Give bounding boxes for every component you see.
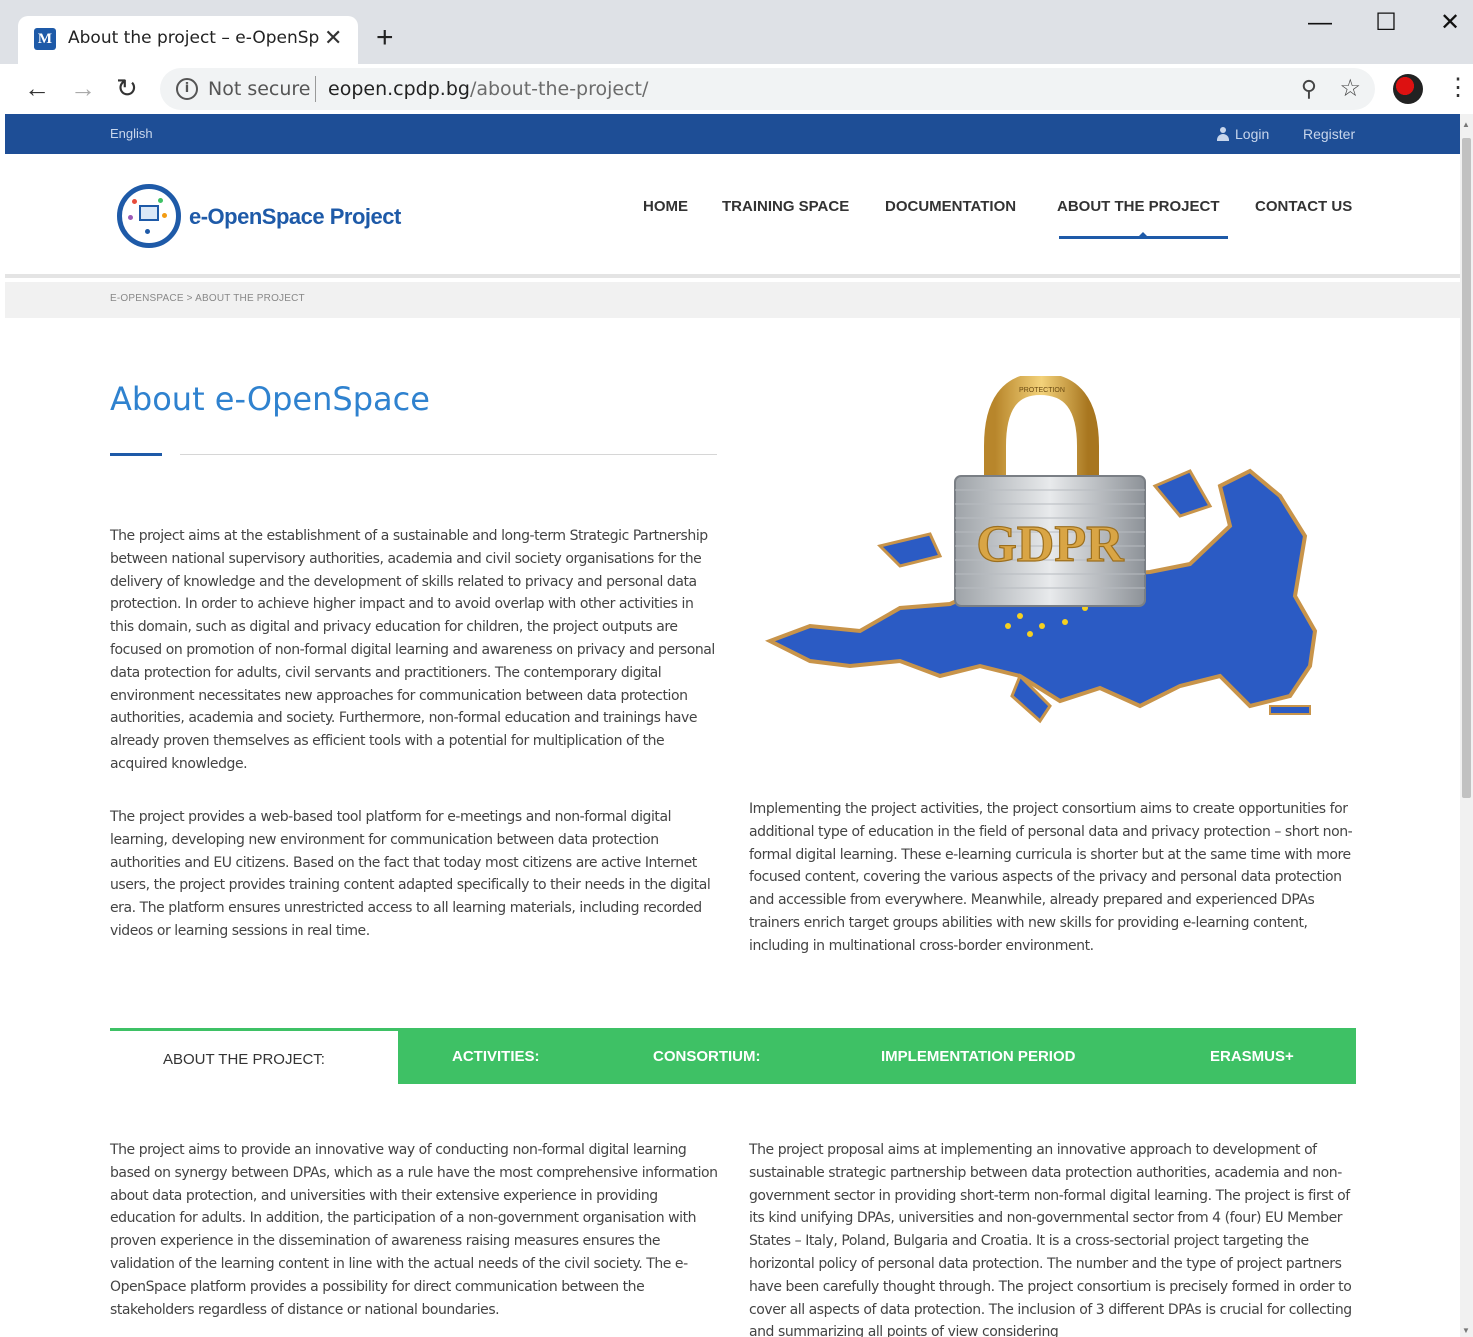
login-link[interactable]: Login xyxy=(1217,126,1269,142)
url-path: /about-the-project/ xyxy=(469,78,649,100)
browser-menu-icon[interactable]: ⋮ xyxy=(1446,72,1470,104)
browser-tab[interactable]: M About the project – e-OpenSpace ✕ xyxy=(18,16,358,64)
tab-implementation-period[interactable]: IMPLEMENTATION PERIOD xyxy=(881,1048,1075,1065)
tab-consortium[interactable]: CONSORTIUM: xyxy=(653,1048,761,1065)
minimize-button[interactable]: — xyxy=(1300,8,1340,38)
tab-content-right: The project proposal aims at implementin… xyxy=(749,1142,1352,1337)
new-tab-button[interactable]: + xyxy=(376,22,394,54)
back-arrow-icon[interactable]: ← xyxy=(24,72,50,104)
browser-toolbar: ← → ↻ i Not secure eopen.cpdp.bg/about-t… xyxy=(0,64,1473,114)
tab-content-left: The project aims to provide an innovativ… xyxy=(110,1142,718,1318)
nav-documentation[interactable]: DOCUMENTATION xyxy=(885,198,1016,215)
project-tabs: ABOUT THE PROJECT: ACTIVITIES: CONSORTIU… xyxy=(110,1028,1356,1084)
maximize-button[interactable]: ☐ xyxy=(1366,8,1406,38)
gdpr-label: GDPR xyxy=(976,516,1125,573)
active-nav-indicator xyxy=(1059,236,1228,239)
logo-dot xyxy=(128,215,133,220)
window-close-button[interactable]: ✕ xyxy=(1430,8,1470,38)
intro-paragraph: The project aims at the establishment of… xyxy=(110,528,715,772)
logo-dot xyxy=(145,229,150,234)
profile-avatar[interactable] xyxy=(1393,74,1423,104)
info-icon[interactable]: i xyxy=(176,78,198,100)
logo-dot xyxy=(132,199,137,204)
browser-tab-strip: M About the project – e-OpenSpace ✕ + — … xyxy=(0,0,1473,64)
implementation-paragraph: Implementing the project activities, the… xyxy=(749,801,1353,954)
title-accent-rule xyxy=(110,453,162,456)
logo-dot xyxy=(158,198,163,203)
register-link[interactable]: Register xyxy=(1303,126,1355,142)
address-bar[interactable]: i Not secure eopen.cpdp.bg/about-the-pro… xyxy=(160,68,1375,110)
url-separator xyxy=(315,76,316,102)
bookmark-star-icon[interactable]: ☆ xyxy=(1339,74,1361,103)
site-header: e-OpenSpace Project HOME TRAINING SPACE … xyxy=(5,154,1460,278)
breadcrumb[interactable]: E-OPENSPACE > ABOUT THE PROJECT xyxy=(110,293,305,304)
tab-erasmus[interactable]: ERASMUS+ xyxy=(1210,1048,1294,1065)
nav-about-the-project[interactable]: ABOUT THE PROJECT xyxy=(1057,198,1220,215)
protection-label: PROTECTION xyxy=(1019,387,1065,394)
zoom-icon[interactable]: ⚲ xyxy=(1301,76,1317,102)
site-favicon-icon: M xyxy=(34,28,56,50)
logo-dot xyxy=(162,213,167,218)
tab-close-icon[interactable]: ✕ xyxy=(324,26,342,50)
nav-training-space[interactable]: TRAINING SPACE xyxy=(722,198,849,215)
tab-about-label: ABOUT THE PROJECT: xyxy=(163,1051,325,1068)
page-scrollbar[interactable]: ▲ ▼ xyxy=(1460,114,1473,1337)
nav-home[interactable]: HOME xyxy=(643,198,688,215)
page-title: About e-OpenSpace xyxy=(110,380,430,418)
scrollbar-thumb[interactable] xyxy=(1462,138,1471,798)
nav-contact-us[interactable]: CONTACT US xyxy=(1255,198,1352,215)
login-label: Login xyxy=(1235,126,1270,142)
tab-about-the-project[interactable]: ABOUT THE PROJECT: xyxy=(110,1028,398,1084)
url-domain: eopen.cpdp.bg xyxy=(328,78,470,100)
url-text[interactable]: eopen.cpdp.bg/about-the-project/ xyxy=(328,78,648,100)
language-selector[interactable]: English xyxy=(110,126,153,141)
title-divider xyxy=(180,454,717,455)
page-viewport: English Login Register e-OpenSpace Proje… xyxy=(5,114,1460,1337)
security-status[interactable]: Not secure xyxy=(208,78,311,100)
site-logo-text[interactable]: e-OpenSpace Project xyxy=(189,204,401,230)
forward-arrow-icon[interactable]: → xyxy=(70,72,96,104)
platform-paragraph: The project provides a web-based tool pl… xyxy=(110,809,711,939)
gdpr-padlock-europe-image: GDPR PROTECTION xyxy=(765,376,1318,724)
logo-monitor-icon xyxy=(139,205,159,221)
site-logo-icon[interactable] xyxy=(117,184,181,248)
reload-icon[interactable]: ↻ xyxy=(116,72,138,104)
active-nav-notch xyxy=(1139,232,1147,236)
tab-activities[interactable]: ACTIVITIES: xyxy=(452,1048,540,1065)
top-bar: English Login Register xyxy=(5,114,1460,154)
tab-title: About the project – e-OpenSpace xyxy=(68,28,320,48)
user-icon xyxy=(1217,127,1229,141)
breadcrumb-bar: E-OPENSPACE > ABOUT THE PROJECT xyxy=(5,282,1460,318)
scroll-up-icon[interactable]: ▲ xyxy=(1462,120,1470,129)
scroll-down-icon[interactable]: ▼ xyxy=(1462,1326,1470,1335)
